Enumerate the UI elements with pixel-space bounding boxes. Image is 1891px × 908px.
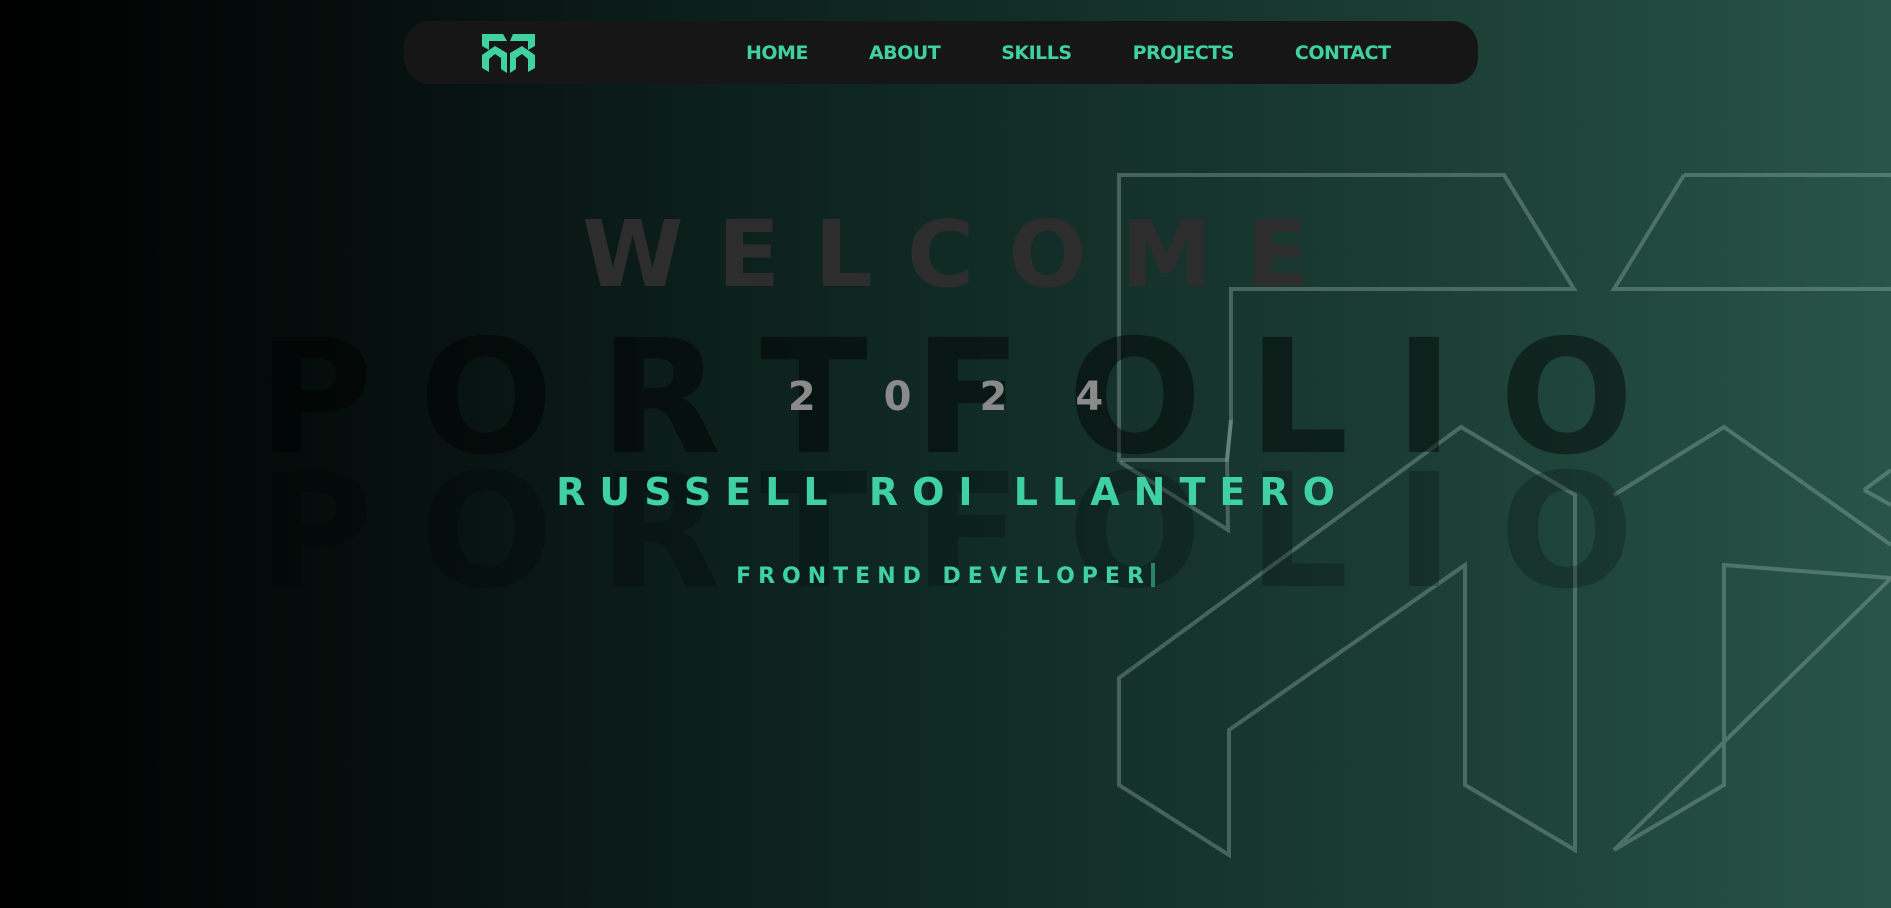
nav-home[interactable]: HOME <box>746 42 808 64</box>
hero-year: 2024 <box>787 374 1172 420</box>
hero-role-line: FRONTEND DEVELOPER <box>0 562 1891 593</box>
nav-menu: HOME ABOUT SKILLS PROJECTS CONTACT <box>746 21 1391 84</box>
typing-caret <box>1150 563 1155 587</box>
rr-monogram-logo-icon[interactable] <box>480 31 537 74</box>
hero-role: FRONTEND DEVELOPER <box>736 564 1151 589</box>
welcome-background-text: WELCOME <box>581 201 1344 308</box>
navbar: HOME ABOUT SKILLS PROJECTS CONTACT <box>404 21 1478 84</box>
nav-skills[interactable]: SKILLS <box>1001 42 1072 64</box>
hero-name: RUSSELL ROI LLANTERO <box>556 470 1349 514</box>
nav-contact[interactable]: CONTACT <box>1295 42 1391 64</box>
nav-about[interactable]: ABOUT <box>869 42 941 64</box>
nav-projects[interactable]: PROJECTS <box>1133 42 1235 64</box>
